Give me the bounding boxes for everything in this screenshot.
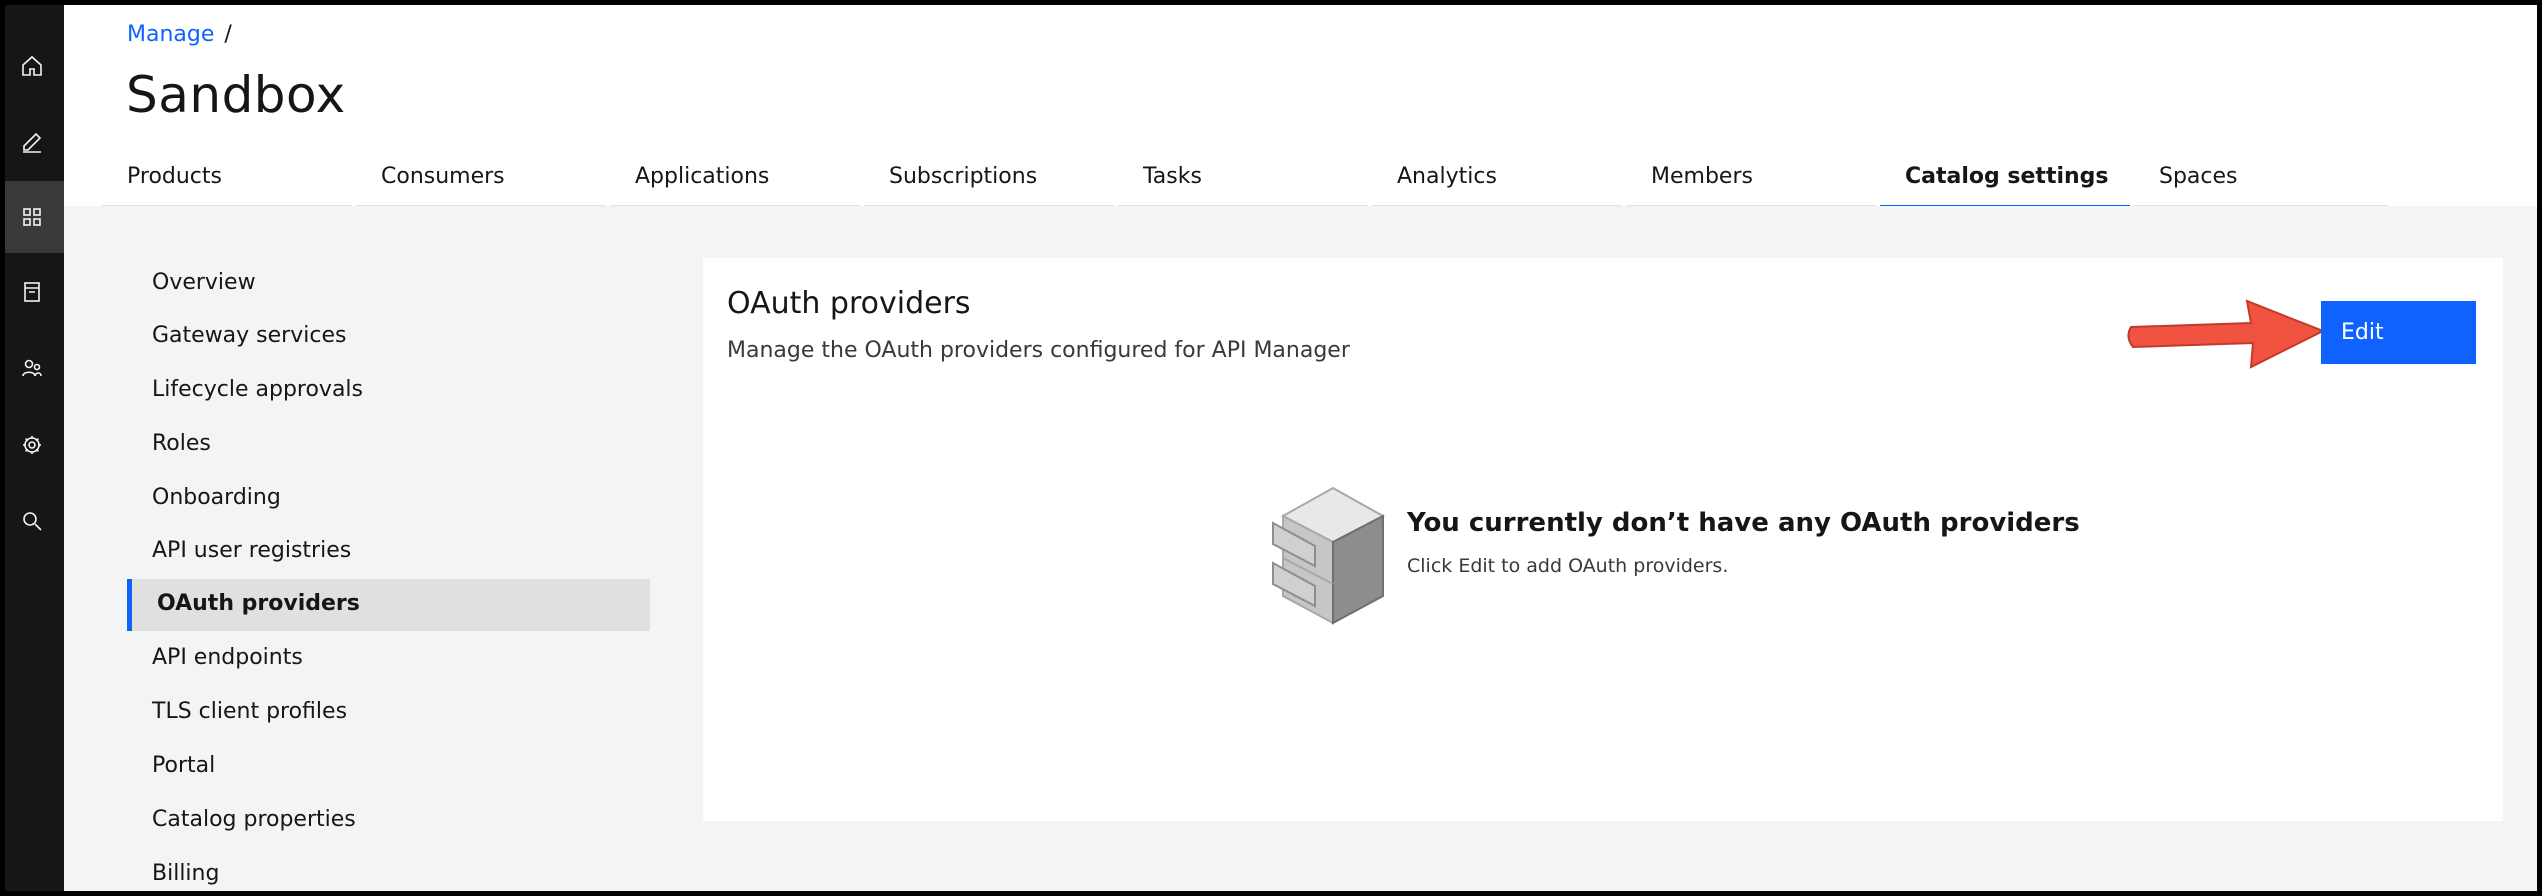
left-rail — [0, 0, 64, 896]
sidenav-item-roles[interactable]: Roles — [127, 419, 650, 471]
sidenav-item-label: Lifecycle approvals — [152, 377, 364, 402]
tab-label: Subscriptions — [889, 164, 1038, 189]
sidenav-item-lifecycle-approvals[interactable]: Lifecycle approvals — [127, 365, 650, 417]
rail-manage[interactable] — [0, 181, 64, 253]
sidenav-item-catalog-properties[interactable]: Catalog properties — [127, 795, 650, 847]
sidenav-item-label: Gateway services — [152, 323, 347, 348]
breadcrumb-manage-link[interactable]: Manage — [127, 22, 214, 47]
edit-icon — [23, 132, 42, 153]
breadcrumb-separator: / — [224, 22, 232, 47]
sidenav-item-billing[interactable]: Billing — [127, 849, 650, 896]
tab-members[interactable]: Members — [1626, 158, 1876, 208]
sidenav-item-label: Billing — [152, 861, 220, 886]
edit-button-label: Edit — [2341, 320, 2384, 345]
sidenav-item-label: API endpoints — [152, 645, 303, 670]
tab-label: Applications — [635, 164, 770, 189]
tab-label: Members — [1651, 164, 1753, 189]
sidenav-item-portal[interactable]: Portal — [127, 741, 650, 793]
tab-analytics[interactable]: Analytics — [1372, 158, 1622, 208]
tab-products[interactable]: Products — [102, 158, 352, 208]
edit-button[interactable]: Edit — [2321, 301, 2476, 364]
sidenav-item-label: Catalog properties — [152, 807, 356, 832]
empty-state-subtitle: Click Edit to add OAuth providers. — [1407, 555, 1729, 577]
annotation-arrow-icon — [2127, 299, 2326, 369]
sidenav-item-label: Overview — [152, 270, 256, 295]
panel-description: Manage the OAuth providers configured fo… — [727, 338, 1350, 363]
sidenav-item-api-endpoints[interactable]: API endpoints — [127, 633, 650, 685]
sidenav-item-label: Onboarding — [152, 485, 281, 510]
home-icon — [22, 55, 42, 76]
rail-catalog[interactable] — [0, 256, 64, 328]
page-title: Sandbox — [126, 66, 346, 124]
settings-icon — [23, 436, 41, 454]
sidenav-item-label: API user registries — [152, 538, 352, 563]
sidenav-item-overview[interactable]: Overview — [127, 258, 650, 310]
tab-label: Catalog settings — [1905, 164, 2109, 189]
search-icon — [23, 512, 42, 531]
catalog-icon — [24, 282, 40, 302]
manage-grid-icon — [23, 208, 41, 226]
rail-home[interactable] — [0, 30, 64, 102]
filing-cabinet-icon — [1272, 486, 1386, 625]
sidenav-item-onboarding[interactable]: Onboarding — [127, 473, 650, 525]
rail-develop[interactable] — [0, 106, 64, 178]
tab-applications[interactable]: Applications — [610, 158, 860, 208]
tab-tasks[interactable]: Tasks — [1118, 158, 1368, 208]
members-icon — [22, 359, 42, 377]
tab-label: Consumers — [381, 164, 505, 189]
empty-state-title: You currently don’t have any OAuth provi… — [1407, 508, 2080, 538]
tab-subscriptions[interactable]: Subscriptions — [864, 158, 1114, 208]
sidenav-item-label: Portal — [152, 753, 216, 778]
rail-members[interactable] — [0, 332, 64, 404]
sidenav-item-label: OAuth providers — [157, 591, 360, 616]
breadcrumb: Manage / — [127, 22, 232, 47]
sidenav-item-tls-client-profiles[interactable]: TLS client profiles — [127, 687, 650, 739]
tab-label: Analytics — [1397, 164, 1497, 189]
tab-catalog-settings[interactable]: Catalog settings — [1880, 158, 2130, 208]
sidenav-item-label: Roles — [152, 431, 211, 456]
tab-label: Products — [127, 164, 222, 189]
sidenav-item-oauth-providers[interactable]: OAuth providers — [127, 579, 650, 631]
rail-search[interactable] — [0, 485, 64, 557]
tab-consumers[interactable]: Consumers — [356, 158, 606, 208]
tab-spaces[interactable]: Spaces — [2134, 158, 2388, 208]
oauth-providers-panel: OAuth providers Manage the OAuth provide… — [703, 258, 2503, 821]
tab-label: Spaces — [2159, 164, 2238, 189]
sidenav-item-label: TLS client profiles — [152, 699, 348, 724]
sidenav-item-gateway-services[interactable]: Gateway services — [127, 311, 650, 363]
panel-title: OAuth providers — [727, 286, 971, 321]
tab-label: Tasks — [1143, 164, 1202, 189]
rail-settings[interactable] — [0, 409, 64, 481]
sidenav-item-api-user-registries[interactable]: API user registries — [127, 526, 650, 578]
